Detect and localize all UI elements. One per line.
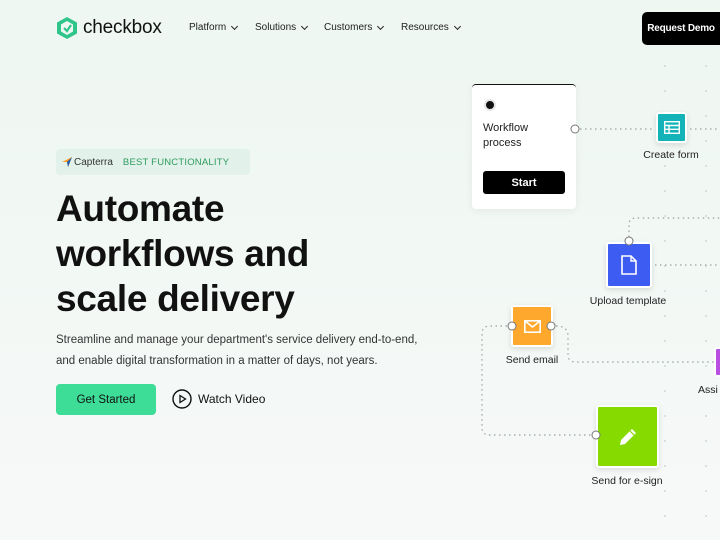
assign-node[interactable] bbox=[714, 347, 720, 377]
nav-customers[interactable]: Customers bbox=[324, 22, 383, 33]
workflow-title: Workflow process bbox=[483, 122, 529, 149]
logo-text: checkbox bbox=[83, 17, 162, 38]
capterra-arrow-icon bbox=[62, 157, 72, 167]
hero-title-line: workflows and bbox=[56, 233, 310, 274]
connector-handle[interactable] bbox=[570, 124, 580, 134]
badge-text: BEST FUNCTIONALITY bbox=[122, 156, 230, 168]
create-form-label: Create form bbox=[643, 149, 699, 161]
capterra-brand: Capterra bbox=[74, 156, 113, 168]
upload-template-label: Upload template bbox=[589, 295, 667, 307]
start-button[interactable]: Start bbox=[483, 171, 565, 194]
hero-subtitle: Streamline and manage your department's … bbox=[56, 334, 418, 367]
connector-handle[interactable] bbox=[591, 430, 601, 440]
capterra-badge: Capterra BEST FUNCTIONALITY bbox=[56, 149, 250, 175]
watch-video-button[interactable]: Watch Video bbox=[172, 389, 265, 409]
hero-title-line: Automate bbox=[56, 188, 225, 229]
watch-video-label: Watch Video bbox=[198, 392, 266, 406]
connector-handle[interactable] bbox=[624, 236, 634, 246]
hero-title: Automate workflows and scale delivery bbox=[56, 186, 309, 321]
upload-template-node[interactable] bbox=[606, 242, 652, 288]
request-demo-button[interactable]: Request Demo bbox=[642, 12, 720, 45]
workflow-card: Workflow process Start bbox=[472, 84, 576, 209]
play-icon bbox=[172, 389, 192, 409]
connector-handle[interactable] bbox=[546, 321, 556, 331]
send-for-esign-label: Send for e-sign bbox=[591, 475, 663, 487]
nav-solutions[interactable]: Solutions bbox=[255, 22, 307, 33]
radio-dot-icon bbox=[484, 99, 496, 111]
assign-label: Assi bbox=[698, 384, 718, 396]
hero-title-line: scale delivery bbox=[56, 278, 295, 319]
form-icon bbox=[663, 121, 680, 134]
create-form-node[interactable] bbox=[656, 112, 687, 143]
get-started-button[interactable]: Get Started bbox=[56, 384, 156, 415]
nav-platform[interactable]: Platform bbox=[189, 22, 237, 33]
capterra-logo: Capterra bbox=[62, 157, 113, 168]
mail-icon bbox=[523, 319, 541, 333]
logo-hexagon-icon bbox=[57, 17, 77, 39]
logo[interactable]: checkbox bbox=[56, 16, 162, 40]
send-email-label: Send email bbox=[505, 354, 559, 366]
send-for-esign-node[interactable] bbox=[596, 405, 659, 468]
connector-handle[interactable] bbox=[507, 321, 517, 331]
document-icon bbox=[621, 255, 637, 275]
nav-resources[interactable]: Resources bbox=[401, 22, 460, 33]
pencil-icon bbox=[619, 428, 636, 445]
